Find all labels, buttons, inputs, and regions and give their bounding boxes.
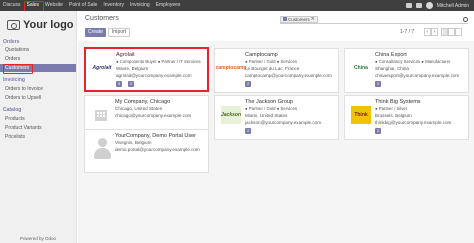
menu-item-quotations[interactable]: Quotations	[5, 47, 75, 53]
card-email: demo.portal@yourcompany.example.com	[115, 147, 200, 152]
pager-prev-button[interactable]: ‹	[424, 28, 431, 36]
card-tags: ● Partner / Silver	[375, 106, 408, 111]
search-bar[interactable]: Customers ✕	[280, 15, 468, 24]
card-name: The Jackson Group	[245, 99, 293, 105]
menu-item-products[interactable]: Products	[5, 116, 75, 122]
customers-highlight	[3, 64, 33, 74]
customer-card-jackson-group[interactable]: Jackson The Jackson Group ● Partner / Go…	[214, 95, 339, 140]
pager-value[interactable]: 1-7 / 7	[400, 29, 414, 35]
close-icon[interactable]: ✕	[311, 16, 315, 22]
search-facet-label: Customers	[288, 16, 310, 22]
user-avatar[interactable]	[425, 2, 433, 9]
card-location: Miami, United States	[245, 113, 288, 118]
card-email: jackson@yourcompany.example.com	[245, 120, 322, 125]
pager-next-button[interactable]: ›	[431, 28, 438, 36]
china-export-logo: China	[354, 65, 368, 71]
map-view-icon[interactable]	[455, 28, 462, 36]
card-email: chinaexport@yourcompany.example.com	[375, 73, 460, 78]
topbar-right: Mitchell Admin	[405, 2, 474, 9]
opportunities-badge[interactable]: 2	[375, 128, 382, 134]
chat-icon[interactable]	[405, 3, 412, 8]
customer-card-think-big[interactable]: Think Think Big Systems ● Partner / Silv…	[344, 95, 469, 140]
card-location: Shanghai, China	[375, 66, 409, 71]
import-button[interactable]: Import	[108, 28, 130, 37]
filter-icon	[283, 17, 287, 21]
menu-item-product-variants[interactable]: Product Variants	[5, 125, 75, 131]
company-logo: Your logo	[7, 16, 74, 34]
menu-item-orders-to-upsell[interactable]: Orders to Upsell	[5, 95, 75, 101]
menu-section-catalog: Catalog	[3, 107, 22, 113]
app-website[interactable]: Website	[42, 0, 66, 11]
card-location: Le Bourget du Lac, France	[245, 66, 300, 71]
card-name: YourCompany, Demo Portal User	[115, 133, 197, 139]
app-discuss[interactable]: Discuss	[0, 0, 24, 11]
app-invoicing[interactable]: Invoicing	[127, 0, 153, 11]
card-email: thinkbig@yourcompany.example.com	[375, 120, 452, 125]
card-location: Vivegnis, Belgium	[115, 140, 152, 145]
person-head	[98, 138, 107, 147]
activity-icon[interactable]	[415, 3, 422, 8]
app-point-of-sale[interactable]: Point of Sale	[66, 0, 100, 11]
card-location: Brussels, Belgium	[375, 113, 412, 118]
card-name: My Company, Chicago	[115, 99, 171, 105]
menu-item-orders[interactable]: Orders	[5, 56, 75, 62]
sidebar: Your logo Orders Quotations Orders Custo…	[0, 11, 77, 243]
menu-item-orders-to-invoice[interactable]: Orders to Invoice	[5, 86, 75, 92]
create-button[interactable]: Create	[85, 28, 106, 37]
top-navbar: Discuss Sales Website Point of Sale Inve…	[0, 0, 474, 12]
app-inventory[interactable]: Inventory	[100, 0, 127, 11]
card-email: chicago@yourcompany.example.com	[115, 113, 192, 118]
logo-text: Your logo	[23, 19, 74, 31]
person-icon	[93, 138, 111, 160]
app-employees[interactable]: Employees	[153, 0, 184, 11]
opportunities-badge[interactable]: 2	[245, 128, 252, 134]
card-tags: ● Partner / Gold ● Services	[245, 106, 297, 111]
card-name: Camptocamp	[245, 52, 278, 58]
user-name[interactable]: Mitchell Admin	[437, 3, 469, 9]
kanban-view-icon[interactable]	[441, 28, 448, 36]
person-body	[94, 148, 111, 159]
menu-section-orders: Orders	[3, 39, 20, 45]
card-location: Chicago, United States	[115, 106, 162, 111]
company-avatar	[91, 106, 111, 124]
customer-card-agrolait[interactable]: Agrolait Agrolait ● Components Buyer ● P…	[84, 47, 209, 92]
breadcrumb: Customers	[85, 15, 119, 22]
card-tags: ● Partner / Gold ● Services	[245, 59, 297, 64]
card-name: Agrolait	[116, 52, 135, 58]
powered-by[interactable]: Powered by Odoo	[20, 236, 56, 241]
app-sales[interactable]: Sales	[23, 0, 44, 12]
opportunities-badge[interactable]: 2	[375, 81, 382, 87]
card-email: agrolait@yourcompany.example.com	[116, 73, 192, 78]
search-icon[interactable]	[463, 16, 468, 22]
camptocamp-logo: camptocamp	[215, 65, 247, 71]
card-email: camptocamp@yourcompany.example.com	[245, 73, 332, 78]
menu-section-invoicing: Invoicing	[3, 77, 25, 83]
jackson-logo: Jackson	[221, 106, 241, 124]
card-name: Think Big Systems	[375, 99, 421, 105]
menu-item-pricelists[interactable]: Pricelists	[5, 134, 75, 140]
customer-card-camptocamp[interactable]: camptocamp Camptocamp ● Partner / Gold ●…	[214, 48, 339, 93]
card-location: Wavre, Belgium	[116, 66, 149, 71]
meetings-badge[interactable]: 5	[116, 81, 123, 87]
company-placeholder-icon	[95, 110, 107, 121]
camera-icon	[7, 20, 20, 30]
kanban-view: Agrolait Agrolait ● Components Buyer ● P…	[78, 41, 474, 243]
card-tags: ● Consultancy Services ● Manufacturer	[375, 59, 451, 64]
think-big-logo: Think	[351, 106, 371, 124]
card-name: China Export	[375, 52, 407, 58]
customer-card-china-export[interactable]: China China Export ● Consultancy Service…	[344, 48, 469, 93]
card-tags: ● Components Buyer ● Partner / IT Servic…	[116, 59, 201, 64]
opportunities-badge[interactable]: 2	[128, 81, 135, 87]
search-facet[interactable]: Customers ✕	[280, 15, 318, 23]
opportunities-badge[interactable]: 2	[245, 81, 252, 87]
list-view-icon[interactable]	[448, 28, 455, 36]
customer-card-portal-user[interactable]: YourCompany, Demo Portal User Vivegnis, …	[84, 129, 209, 173]
agrolait-logo: Agrolait	[92, 65, 112, 71]
